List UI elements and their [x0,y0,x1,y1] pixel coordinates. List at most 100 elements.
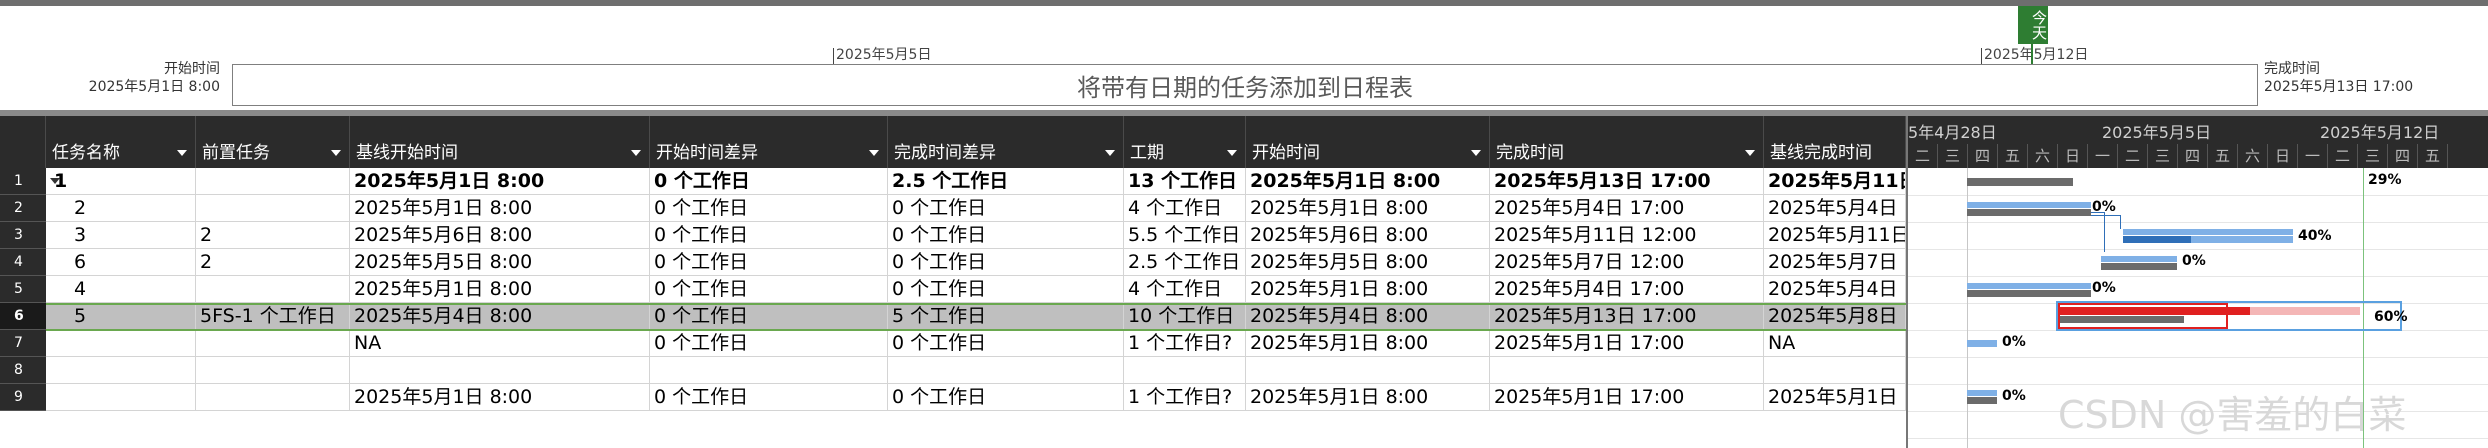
table-cell[interactable]: 6 [46,249,196,276]
table-cell[interactable]: 0 个工作日 [650,330,888,357]
select-all-corner[interactable] [0,116,46,168]
table-cell[interactable] [196,384,350,411]
table-cell[interactable] [196,330,350,357]
table-cell[interactable]: 0 个工作日 [650,222,888,249]
table-cell[interactable]: 2025年5月1日 8:00 [350,195,650,222]
table-cell[interactable]: 5FS-1 个工作日 [196,303,350,330]
chevron-down-icon[interactable] [1105,150,1115,156]
row-number[interactable]: 5 [0,276,46,303]
table-cell[interactable]: 1 个工作日? [1124,384,1246,411]
chevron-down-icon[interactable] [631,150,641,156]
table-cell[interactable]: 0 个工作日 [888,330,1124,357]
table-cell[interactable]: 0 个工作日 [888,276,1124,303]
table-cell[interactable]: 5 [46,303,196,330]
table-cell[interactable]: 0 个工作日 [888,249,1124,276]
table-cell[interactable]: 0 个工作日 [650,276,888,303]
table-cell[interactable]: 2025年5月1日 8:00 [1246,195,1490,222]
table-cell[interactable]: 4 [46,276,196,303]
table-cell[interactable]: 2 [46,195,196,222]
table-cell[interactable]: 13 个工作日 [1124,168,1246,195]
chevron-down-icon[interactable] [1227,150,1237,156]
table-cell[interactable] [196,276,350,303]
table-cell[interactable]: NA [1764,330,1906,357]
table-cell[interactable] [196,357,350,384]
row-number[interactable]: 9 [0,384,46,411]
table-cell[interactable]: 2025年5月11日 12:00 [1490,222,1764,249]
table-cell[interactable]: 0 个工作日 [888,384,1124,411]
table-cell[interactable]: 2 [196,249,350,276]
chevron-down-icon[interactable] [177,150,187,156]
table-cell[interactable] [1246,357,1490,384]
table-cell[interactable] [888,357,1124,384]
table-cell[interactable]: 2025年5月13日 17:00 [1490,303,1764,330]
table-cell[interactable]: 2025年5月1日 [1764,384,1906,411]
table-cell[interactable]: 0 个工作日 [650,168,888,195]
row-number[interactable]: 6 [0,303,46,330]
table-cell[interactable] [46,330,196,357]
table-cell[interactable] [1124,357,1246,384]
table-cell[interactable]: 1 个工作日? [1124,330,1246,357]
table-cell[interactable]: 2025年5月6日 8:00 [350,222,650,249]
table-cell[interactable]: 2025年5月7日 [1764,249,1906,276]
table-row[interactable]: 2 2 2025年5月1日 8:00 0 个工作日 0 个工作日 4 个工作日 2025年5… [0,195,1906,222]
table-cell[interactable]: 1 [46,168,196,195]
table-row[interactable]: 9 2025年5月1日 8:00 0 个工作日 0 个工作日 1 个工作日? 2025年5… [0,384,1906,411]
table-cell[interactable]: 2025年5月1日 8:00 [1246,330,1490,357]
row-number[interactable]: 7 [0,330,46,357]
row-number[interactable]: 1 [0,168,46,195]
header-baseline-finish[interactable]: 基线完成时间 [1764,116,1906,168]
table-cell[interactable]: 2 [196,222,350,249]
header-finish-variance[interactable]: 完成时间差异 [888,116,1124,168]
chevron-down-icon[interactable] [331,150,341,156]
table-cell[interactable]: 0 个工作日 [650,195,888,222]
table-cell[interactable]: 4 个工作日 [1124,276,1246,303]
table-row[interactable]: 6 5 5FS-1 个工作日 2025年5月4日 8:00 0 个工作日 5 个工作日 10… [0,303,1906,330]
timeline-pane[interactable]: 开始时间 2025年5月1日 8:00 2025年5月5日 2025年5月12日… [0,6,2488,110]
header-baseline-start[interactable]: 基线开始时间 [350,116,650,168]
table-cell[interactable]: 2025年5月4日 17:00 [1490,276,1764,303]
task-sheet[interactable]: 任务名称 前置任务 基线开始时间 开始时间差异 完成时间差异 工期 开始时间 完… [0,116,1906,448]
table-cell[interactable]: 2025年5月4日 8:00 [350,303,650,330]
timeline-bar[interactable]: 将带有日期的任务添加到日程表 [232,64,2258,106]
table-cell[interactable]: 4 个工作日 [1124,195,1246,222]
table-row[interactable]: 1 1 2025年5月1日 8:00 0 个工作日 2.5 个工作日 13 个工作日 202… [0,168,1906,195]
gantt-timescale[interactable]: 5年4月28日 2025年5月5日 2025年5月12日 二三四五六日一二三四五… [1908,116,2488,168]
table-cell[interactable]: 2025年5月4日 17:00 [1490,195,1764,222]
table-cell[interactable]: 2025年5月11日 [1764,168,1906,195]
table-cell[interactable]: 2.5 个工作日 [888,168,1124,195]
row-number[interactable]: 8 [0,357,46,384]
table-cell[interactable]: 2.5 个工作日 [1124,249,1246,276]
table-cell[interactable]: 0 个工作日 [650,303,888,330]
table-cell[interactable] [350,357,650,384]
header-finish[interactable]: 完成时间 [1490,116,1764,168]
header-duration[interactable]: 工期 [1124,116,1246,168]
table-cell[interactable]: 2025年5月4日 8:00 [1246,303,1490,330]
header-task-name[interactable]: 任务名称 [46,116,196,168]
table-cell[interactable]: 3 [46,222,196,249]
table-cell[interactable] [1764,357,1906,384]
table-cell[interactable]: 2025年5月11日 [1764,222,1906,249]
table-row[interactable]: 8 [0,357,1906,384]
table-cell[interactable]: 10 个工作日 [1124,303,1246,330]
row-number[interactable]: 3 [0,222,46,249]
table-cell[interactable]: 2025年5月1日 8:00 [350,276,650,303]
table-cell[interactable]: 2025年5月4日 [1764,276,1906,303]
table-cell[interactable] [196,168,350,195]
table-cell[interactable]: 2025年5月7日 12:00 [1490,249,1764,276]
table-cell[interactable]: 2025年5月8日 [1764,303,1906,330]
table-cell[interactable]: 2025年5月1日 8:00 [350,384,650,411]
chevron-down-icon[interactable] [869,150,879,156]
table-cell[interactable]: 0 个工作日 [650,249,888,276]
table-cell[interactable]: NA [350,330,650,357]
table-cell[interactable]: 2025年5月1日 17:00 [1490,330,1764,357]
table-cell[interactable]: 2025年5月1日 8:00 [1246,276,1490,303]
table-cell[interactable]: 2025年5月1日 8:00 [350,168,650,195]
table-cell[interactable]: 2025年5月1日 17:00 [1490,384,1764,411]
table-cell[interactable] [46,384,196,411]
table-cell[interactable]: 0 个工作日 [888,195,1124,222]
table-cell[interactable]: 2025年5月1日 8:00 [1246,384,1490,411]
collapse-triangle-icon[interactable] [50,178,60,184]
table-cell[interactable] [650,357,888,384]
chevron-down-icon[interactable] [1745,150,1755,156]
table-row[interactable]: 7 NA 0 个工作日 0 个工作日 1 个工作日? 2025年5月1日 8:00 2025… [0,330,1906,357]
